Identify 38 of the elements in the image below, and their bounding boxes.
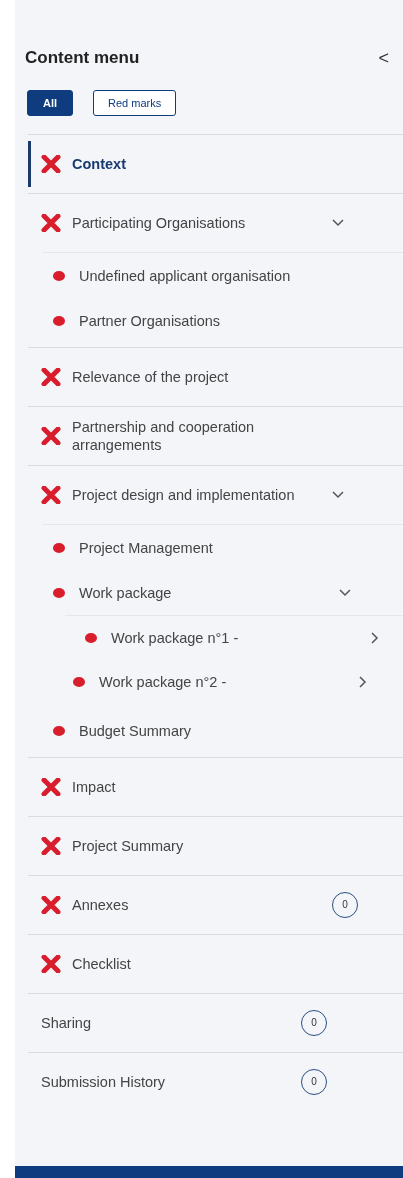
- error-cross-icon: [41, 837, 61, 855]
- menu-item[interactable]: Partner Organisations: [28, 298, 403, 343]
- status-dot-icon: [53, 587, 65, 598]
- menu-item[interactable]: Work package: [28, 570, 403, 615]
- menu-item[interactable]: Budget Summary: [28, 708, 403, 753]
- status-dot-icon: [53, 315, 65, 326]
- menu-item[interactable]: Undefined applicant organisation: [43, 252, 403, 298]
- menu-item[interactable]: Partnership and cooperation arrangements: [28, 406, 403, 465]
- menu-item[interactable]: Submission History 0: [28, 1052, 403, 1111]
- menu-item[interactable]: Checklist: [28, 934, 403, 993]
- menu-item[interactable]: Context: [28, 134, 403, 193]
- error-cross-icon: [41, 896, 61, 914]
- panel-title: Content menu: [25, 48, 140, 68]
- menu-item[interactable]: Work package n°1 -: [65, 615, 403, 660]
- error-cross-icon: [41, 155, 61, 173]
- menu-item[interactable]: Impact: [28, 757, 403, 816]
- menu-item[interactable]: Project Summary: [28, 816, 403, 875]
- error-cross-icon: [41, 368, 61, 386]
- filter-button[interactable]: Red marks: [93, 90, 177, 116]
- error-cross-icon: [41, 955, 61, 973]
- status-dot-icon: [53, 725, 65, 736]
- menu-item[interactable]: Project Management: [43, 524, 403, 570]
- menu-item[interactable]: Sharing 0: [28, 993, 403, 1052]
- status-dot-icon: [85, 633, 97, 643]
- collapse-button[interactable]: <: [374, 47, 393, 69]
- menu-item[interactable]: Annexes 0: [28, 875, 403, 934]
- menu-item[interactable]: Relevance of the project: [28, 347, 403, 406]
- status-dot-icon: [53, 270, 65, 281]
- status-dot-icon: [73, 677, 85, 687]
- error-cross-icon: [41, 214, 61, 232]
- status-dot-icon: [53, 542, 65, 553]
- error-cross-icon: [41, 778, 61, 796]
- menu-item[interactable]: Participating Organisations: [28, 193, 403, 252]
- error-cross-icon: [41, 427, 61, 445]
- menu-item[interactable]: Project design and implementation: [28, 465, 403, 524]
- filter-button[interactable]: All: [27, 90, 74, 116]
- menu-item[interactable]: Work package n°2 -: [28, 660, 403, 704]
- error-cross-icon: [41, 486, 61, 504]
